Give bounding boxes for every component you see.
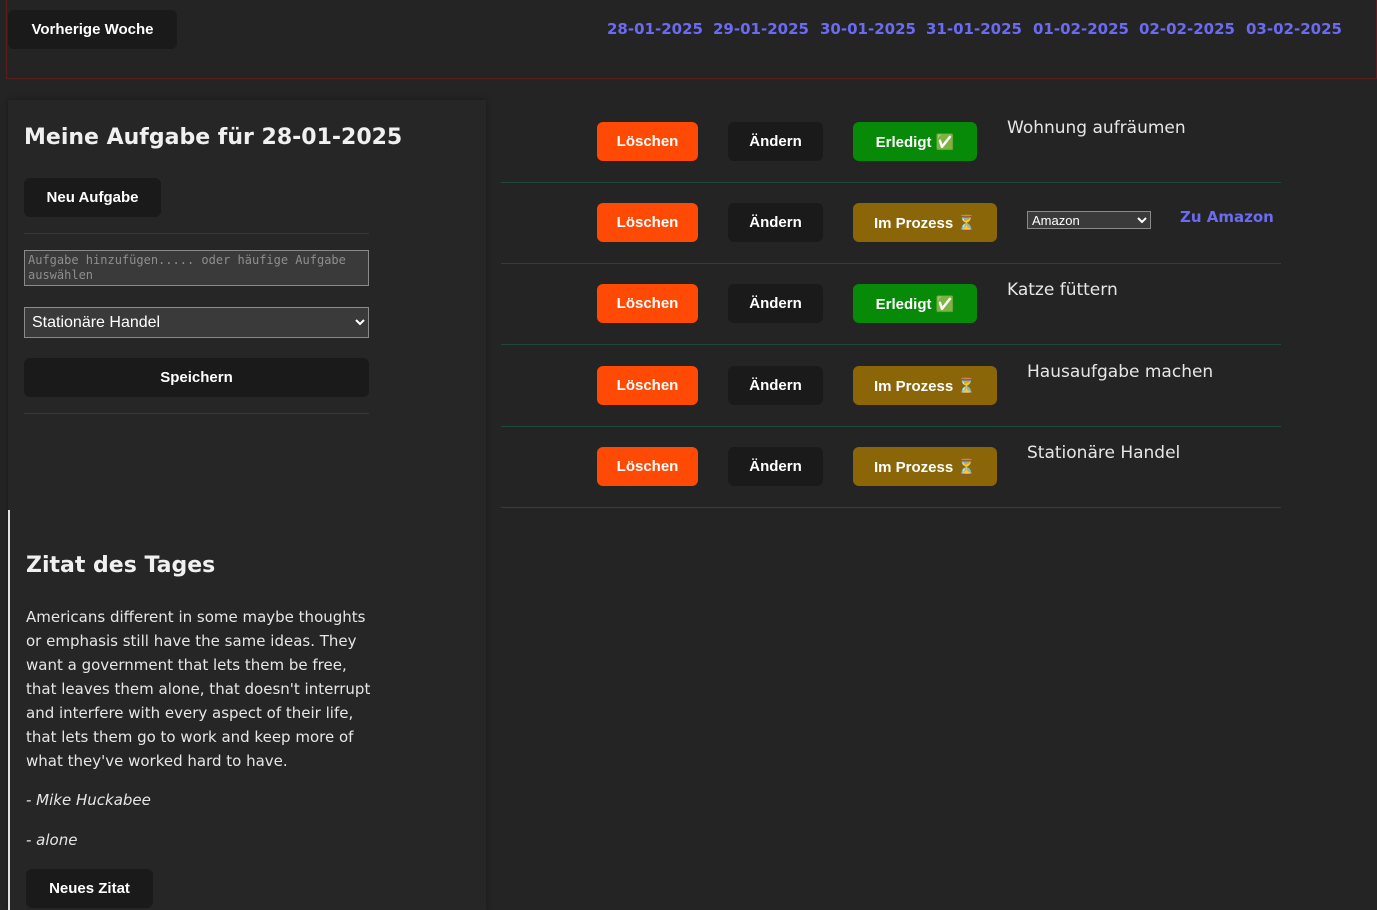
edit-button[interactable]: Ändern [728, 447, 823, 486]
date-link-28-01[interactable]: 28-01-2025 [607, 20, 703, 38]
edit-button[interactable]: Ändern [728, 203, 823, 242]
task-name: Katze füttern [1007, 280, 1118, 300]
page-title: Meine Aufgabe für 28-01-2025 [24, 125, 403, 150]
edit-button[interactable]: Ändern [728, 122, 823, 161]
quote-border [8, 510, 10, 910]
status-done-button[interactable]: Erledigt ✅ [853, 284, 977, 323]
date-link-03-02[interactable]: 03-02-2025 [1246, 20, 1342, 38]
edit-button[interactable]: Ändern [728, 284, 823, 323]
task-row: Löschen Ändern Im Prozess ⏳ Hausaufgabe … [501, 346, 1281, 427]
quote-author: - Mike Huckabee [26, 791, 151, 809]
shop-select[interactable]: Amazon [1027, 211, 1151, 229]
shop-link[interactable]: Zu Amazon [1180, 208, 1274, 226]
task-row: Löschen Ändern Im Prozess ⏳ Stationäre H… [501, 427, 1281, 508]
task-row: Löschen Ändern Erledigt ✅ Wohnung aufräu… [501, 102, 1281, 183]
task-row: Löschen Ändern Im Prozess ⏳ Amazon Zu Am… [501, 183, 1281, 264]
delete-button[interactable]: Löschen [597, 203, 698, 242]
quote-tag: - alone [26, 831, 78, 849]
category-select[interactable]: Stationäre Handel [24, 307, 369, 338]
divider [24, 413, 369, 414]
previous-week-button[interactable]: Vorherige Woche [8, 10, 177, 49]
date-link-02-02[interactable]: 02-02-2025 [1139, 20, 1235, 38]
delete-button[interactable]: Löschen [597, 122, 698, 161]
status-done-button[interactable]: Erledigt ✅ [853, 122, 977, 161]
status-in-progress-button[interactable]: Im Prozess ⏳ [853, 203, 997, 242]
date-link-31-01[interactable]: 31-01-2025 [926, 20, 1022, 38]
new-quote-button[interactable]: Neues Zitat [26, 869, 153, 908]
status-in-progress-button[interactable]: Im Prozess ⏳ [853, 447, 997, 486]
date-link-29-01[interactable]: 29-01-2025 [713, 20, 809, 38]
task-name: Stationäre Handel [1027, 443, 1181, 463]
status-in-progress-button[interactable]: Im Prozess ⏳ [853, 366, 997, 405]
delete-button[interactable]: Löschen [597, 284, 698, 323]
new-task-button[interactable]: Neu Aufgabe [24, 178, 161, 217]
delete-button[interactable]: Löschen [597, 447, 698, 486]
save-button[interactable]: Speichern [24, 358, 369, 397]
task-name: Hausaufgabe machen [1027, 362, 1214, 382]
divider [24, 233, 369, 234]
task-row: Löschen Ändern Erledigt ✅ Katze füttern [501, 264, 1281, 345]
task-input[interactable] [24, 250, 369, 286]
delete-button[interactable]: Löschen [597, 366, 698, 405]
week-navigation [6, 0, 1377, 79]
task-form-panel [8, 100, 486, 910]
edit-button[interactable]: Ändern [728, 366, 823, 405]
date-link-01-02[interactable]: 01-02-2025 [1033, 20, 1129, 38]
date-link-30-01[interactable]: 30-01-2025 [820, 20, 916, 38]
task-name: Wohnung aufräumen [1007, 118, 1186, 138]
quote-text: Americans different in some maybe though… [26, 608, 371, 770]
quote-heading: Zitat des Tages [26, 553, 216, 578]
